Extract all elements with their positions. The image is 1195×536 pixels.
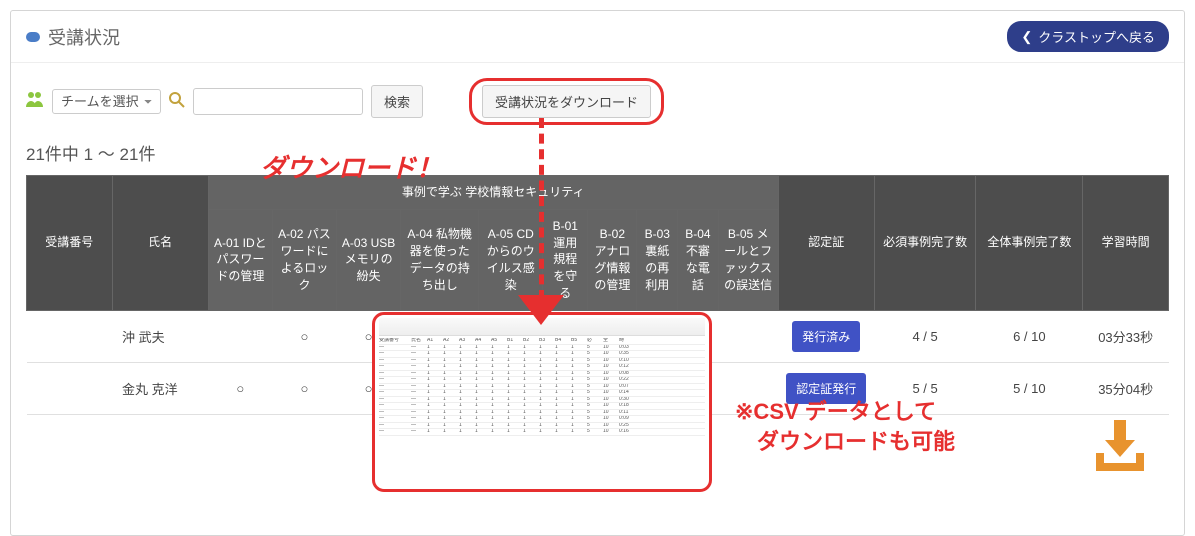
cell-name: 金丸 克洋 xyxy=(112,362,208,414)
cell-all-done: 5 / 10 xyxy=(976,362,1083,414)
col-cert: 認定証 xyxy=(778,176,874,311)
col-a04: A-04 私物機器を使ったデータの持ち出し xyxy=(401,209,479,310)
team-select[interactable]: チームを選択 xyxy=(52,89,161,114)
controls-row: チームを選択 検索 受講状況をダウンロード xyxy=(26,78,1169,125)
col-b03: B-03 裏紙の再利用 xyxy=(637,209,678,310)
col-all-done: 全体事例完了数 xyxy=(976,176,1083,311)
cell-id xyxy=(27,362,113,414)
annotation-csv-text-line2: ダウンロードも可能 xyxy=(735,427,955,457)
col-b05: B-05 メールとファックスの誤送信 xyxy=(718,209,778,310)
cell-time: 03分33秒 xyxy=(1083,310,1169,362)
download-status-button[interactable]: 受講状況をダウンロード xyxy=(482,85,651,118)
annotation-csv-text-line1: ※CSV データとして xyxy=(735,397,955,427)
back-button-label: クラストップへ戻る xyxy=(1038,27,1155,46)
col-a02: A-02 パスワードによるロック xyxy=(272,209,336,310)
col-b04: B-04 不審な電話 xyxy=(678,209,719,310)
search-icon xyxy=(169,92,185,112)
cell-id xyxy=(27,310,113,362)
col-id: 受講番号 xyxy=(27,176,113,311)
annotation-csv-text: ※CSV データとして ダウンロードも可能 xyxy=(735,397,955,456)
search-input[interactable] xyxy=(193,88,363,115)
table-head: 受講番号 氏名 事例で学ぶ 学校情報セキュリティ 認定証 必須事例完了数 全体事… xyxy=(27,176,1169,311)
record-count-label: 21件中 1 ～ 21件 xyxy=(26,140,1169,165)
search-button[interactable]: 検索 xyxy=(371,85,423,118)
people-icon xyxy=(26,91,44,112)
csv-preview-inner: 受講番号氏名A1A2A3A4A5B1B2B3B4B5必全時 ――11111111… xyxy=(375,315,709,439)
cell-need-done: 4 / 5 xyxy=(874,310,976,362)
cell-all-done: 6 / 10 xyxy=(976,310,1083,362)
cert-issued-button[interactable]: 発行済み xyxy=(792,321,860,352)
cell-time: 35分04秒 xyxy=(1083,362,1169,414)
download-button-highlight: 受講状況をダウンロード xyxy=(469,78,664,125)
panel-header: 受講状況 ❮ クラストップへ戻る xyxy=(11,11,1184,63)
cell-a02: ○ xyxy=(272,362,336,414)
col-b02: B-02 アナログ情報の管理 xyxy=(588,209,637,310)
annotation-arrow-head-icon xyxy=(518,295,564,325)
cell-cert: 発行済み xyxy=(778,310,874,362)
col-need-done: 必須事例完了数 xyxy=(874,176,976,311)
col-a01: A-01 IDとパスワードの管理 xyxy=(208,209,272,310)
back-to-class-top-button[interactable]: ❮ クラストップへ戻る xyxy=(1007,21,1169,52)
panel-title-wrap: 受講状況 xyxy=(26,24,120,50)
cell-name: 沖 武夫 xyxy=(112,310,208,362)
col-name: 氏名 xyxy=(112,176,208,311)
chevron-left-icon: ❮ xyxy=(1021,29,1032,45)
download-icon xyxy=(1090,415,1150,478)
cell-b05 xyxy=(718,310,778,362)
annotation-csv-preview: 受講番号氏名A1A2A3A4A5B1B2B3B4B5必全時 ――11111111… xyxy=(372,312,712,492)
page-title: 受講状況 xyxy=(48,24,120,50)
title-bullet-icon xyxy=(26,32,40,42)
annotation-arrow-line xyxy=(539,118,544,300)
cell-a01: ○ xyxy=(208,362,272,414)
col-time: 学習時間 xyxy=(1083,176,1169,311)
annotation-download-label: ダウンロード！ xyxy=(260,148,442,185)
cell-a02: ○ xyxy=(272,310,336,362)
cell-a01 xyxy=(208,310,272,362)
col-a03: A-03 USBメモリの紛失 xyxy=(337,209,401,310)
